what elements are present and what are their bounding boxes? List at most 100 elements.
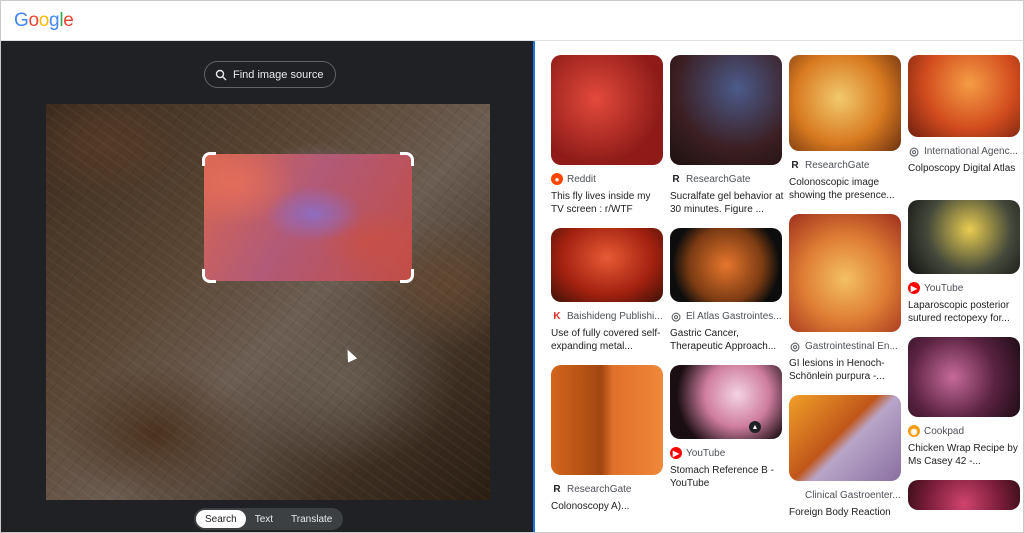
result-source-name: ResearchGate: [805, 159, 870, 171]
logo-letter: G: [14, 10, 29, 31]
result-source: K Baishideng Publishi...: [551, 309, 665, 323]
result-card[interactable]: ▲ ▶ YouTube Stomach Reference B - YouTube: [670, 365, 784, 490]
result-title-link[interactable]: GI lesions in Henoch-Schönlein purpura -…: [789, 357, 903, 383]
lens-panel: Find image source Search Text Translate: [1, 41, 535, 532]
result-thumbnail[interactable]: [789, 55, 901, 151]
results-column: ● Reddit This fly lives inside my TV scree…: [551, 55, 665, 532]
result-card[interactable]: K Baishideng Publishi... Use of fully cove…: [551, 228, 665, 353]
result-source: ▶ YouTube: [670, 446, 784, 460]
result-source-name: Clinical Gastroenter...: [805, 489, 901, 501]
researchgate-icon: R: [553, 483, 561, 495]
logo-letter: o: [28, 10, 39, 31]
result-title-link[interactable]: This fly lives inside my TV screen : r/W…: [551, 190, 665, 216]
result-source-name: YouTube: [924, 282, 964, 294]
baishideng-icon: K: [553, 310, 561, 322]
result-source: ◎ International Agenc...: [908, 144, 1022, 158]
crop-handle-top-right[interactable]: [400, 152, 414, 166]
clinical-gastro-icon: [789, 489, 801, 501]
result-source-name: International Agenc...: [924, 145, 1018, 157]
result-thumbnail[interactable]: [908, 337, 1020, 417]
selection-box[interactable]: [202, 152, 414, 283]
result-thumbnail[interactable]: [908, 480, 1020, 510]
results-column: R ResearchGate Sucralfate gel behavior at …: [670, 55, 784, 502]
result-source: R ResearchGate: [551, 482, 665, 496]
find-image-source-button[interactable]: Find image source: [204, 61, 336, 88]
researchgate-icon: R: [791, 159, 799, 171]
result-card[interactable]: R ResearchGate Colonoscopic image showing …: [789, 55, 903, 202]
header: Google: [1, 1, 1023, 41]
result-source-name: ResearchGate: [686, 173, 751, 185]
result-source: Clinical Gastroenter...: [789, 488, 903, 502]
result-thumbnail[interactable]: [908, 200, 1020, 274]
result-card[interactable]: R ResearchGate Colonoscopy A)...: [551, 365, 665, 526]
result-card[interactable]: R ResearchGate Sucralfate gel behavior at …: [670, 55, 784, 216]
mode-text-button[interactable]: Text: [246, 510, 282, 528]
result-source-name: El Atlas Gastrointes...: [686, 310, 782, 322]
result-title-link[interactable]: Laparoscopic posterior sutured rectopexy…: [908, 299, 1022, 325]
result-thumbnail[interactable]: [789, 214, 901, 332]
result-source-name: YouTube: [686, 447, 726, 459]
cookpad-icon: ◉: [908, 425, 920, 437]
result-thumbnail[interactable]: [670, 55, 782, 165]
result-thumbnail[interactable]: [551, 55, 663, 165]
result-card[interactable]: ◎ El Atlas Gastrointes... Gastric Cancer, …: [670, 228, 784, 353]
results-column: R ResearchGate Colonoscopic image showing …: [789, 55, 903, 532]
result-thumbnail[interactable]: [551, 228, 663, 302]
logo-letter: e: [63, 10, 74, 31]
result-source: ◎ Gastrointestinal En...: [789, 339, 903, 353]
mode-switcher: Search Text Translate: [194, 508, 344, 530]
result-source: ▶ YouTube: [908, 281, 1022, 295]
result-title-link[interactable]: Gastric Cancer, Therapeutic Approach...: [670, 327, 784, 353]
youtube-icon: ▶: [908, 282, 920, 294]
lens-search-icon: [215, 69, 227, 80]
result-card[interactable]: ◎ International Agenc... Colposcopy Digita…: [908, 55, 1022, 188]
crop-handle-bottom-right[interactable]: [400, 269, 414, 283]
browser-frame: Google Find image source Search Text Trans…: [0, 0, 1024, 533]
result-source: ◎ El Atlas Gastrointes...: [670, 309, 784, 323]
mode-search-button[interactable]: Search: [196, 510, 246, 528]
result-title-link[interactable]: Use of fully covered self-expanding meta…: [551, 327, 665, 353]
result-thumbnail[interactable]: [670, 228, 782, 302]
result-thumbnail[interactable]: ▲: [670, 365, 782, 439]
globe-icon: ◎: [909, 145, 919, 158]
result-title-link[interactable]: Chicken Wrap Recipe by Ms Casey 42 -...: [908, 442, 1022, 468]
youtube-icon: ▶: [670, 447, 682, 459]
result-title-link[interactable]: Sucralfate gel behavior at 30 minutes. F…: [670, 190, 784, 216]
crop-handle-bottom-left[interactable]: [202, 269, 216, 283]
result-card[interactable]: ◎ Gastrointestinal En... GI lesions in Hen…: [789, 214, 903, 383]
google-logo[interactable]: Google: [14, 10, 74, 32]
result-title-link[interactable]: Foreign Body Reaction: [789, 506, 903, 532]
result-card[interactable]: [908, 480, 1022, 510]
globe-icon: ◎: [671, 310, 681, 323]
find-image-source-label: Find image source: [233, 68, 324, 81]
result-source: R ResearchGate: [670, 172, 784, 186]
crop-handle-top-left[interactable]: [202, 152, 216, 166]
result-card[interactable]: ● Reddit This fly lives inside my TV scree…: [551, 55, 665, 216]
result-thumbnail[interactable]: [551, 365, 663, 475]
result-card[interactable]: Clinical Gastroenter... Foreign Body Reac…: [789, 395, 903, 532]
result-card[interactable]: ▶ YouTube Laparoscopic posterior sutured r…: [908, 200, 1022, 325]
result-title-link[interactable]: Colposcopy Digital Atlas: [908, 162, 1022, 188]
result-title-link[interactable]: Colonoscopic image showing the presence.…: [789, 176, 903, 202]
result-source: ◉ Cookpad: [908, 424, 1022, 438]
result-title-link[interactable]: Stomach Reference B - YouTube: [670, 464, 784, 490]
result-source-name: Reddit: [567, 173, 596, 185]
researchgate-icon: R: [672, 173, 680, 185]
logo-letter: g: [49, 10, 60, 31]
logo-letter: o: [38, 10, 50, 31]
mode-translate-button[interactable]: Translate: [282, 510, 341, 528]
result-source-name: Cookpad: [924, 425, 965, 437]
results-column: ◎ International Agenc... Colposcopy Digita…: [908, 55, 1022, 522]
result-source-name: Gastrointestinal En...: [805, 340, 898, 352]
globe-icon: ◎: [790, 340, 800, 353]
reddit-icon: ●: [551, 173, 563, 185]
visual-matches-grid: ● Reddit This fly lives inside my TV scree…: [537, 41, 1023, 532]
result-thumbnail[interactable]: [789, 395, 901, 481]
result-thumbnail[interactable]: [908, 55, 1020, 137]
result-source: R ResearchGate: [789, 158, 903, 172]
result-title-link[interactable]: Colonoscopy A)...: [551, 500, 665, 526]
video-play-icon: ▲: [749, 421, 761, 433]
result-card[interactable]: ◉ Cookpad Chicken Wrap Recipe by Ms Casey …: [908, 337, 1022, 468]
result-source-name: Baishideng Publishi...: [567, 310, 663, 322]
result-source-name: ResearchGate: [567, 483, 632, 495]
